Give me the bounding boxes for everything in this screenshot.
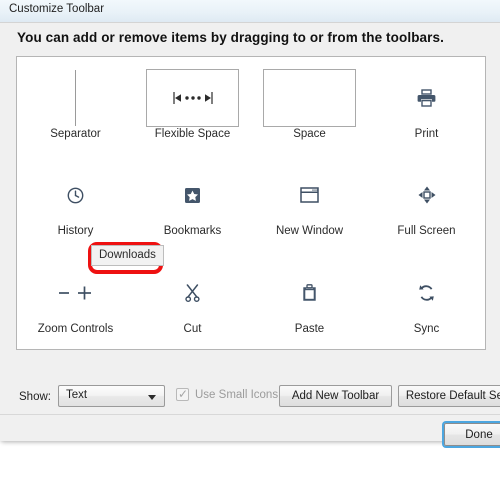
toolbar-item-label: Separator	[50, 128, 101, 140]
toolbar-item-flexible-space[interactable]: Flexible Space	[134, 57, 251, 154]
toolbar-item-label: Print	[414, 128, 439, 140]
toolbar-item-label: New Window	[275, 225, 344, 238]
check-icon: ✓	[178, 387, 189, 401]
toolbar-item-separator[interactable]: Separator	[17, 57, 134, 154]
screenshot-root: Customize Toolbar You can add or remove …	[0, 0, 500, 500]
show-label: Show:	[19, 391, 51, 403]
restore-default-set-button[interactable]: Restore Default Set	[398, 385, 500, 407]
toolbar-item-label: Full Screen	[397, 225, 456, 238]
toolbar-item-cut[interactable]: Cut	[134, 252, 251, 349]
toolbar-item-label: Flexible Space	[154, 128, 231, 140]
toolbar-item-space[interactable]: Space	[251, 57, 368, 154]
footer-area	[0, 415, 500, 441]
flexible-space-arrows-icon	[172, 92, 213, 104]
zoom-minus-plus-icon	[58, 264, 94, 322]
toolbar-item-bookmarks[interactable]: Bookmarks	[134, 154, 251, 251]
toolbar-item-full-screen[interactable]: Full Screen	[368, 154, 485, 251]
printer-icon	[417, 69, 436, 127]
window-titlebar[interactable]: Customize Toolbar	[0, 0, 500, 22]
toolbar-item-label: Space	[293, 128, 326, 140]
space-icon	[263, 69, 356, 127]
toolbar-item-label: Bookmarks	[163, 225, 222, 238]
use-small-icons-checkbox[interactable]: ✓ Use Small Icons	[176, 388, 278, 401]
clipboard-icon	[302, 264, 317, 322]
window-title: Customize Toolbar	[9, 3, 105, 15]
toolbar-item-history[interactable]: History	[17, 154, 134, 251]
toolbar-item-label: History	[57, 225, 94, 238]
customize-toolbar-window: Customize Toolbar You can add or remove …	[0, 0, 500, 446]
toolbar-item-label: Paste	[294, 322, 325, 335]
toolbar-item-sync[interactable]: Sync	[368, 252, 485, 349]
star-icon	[184, 166, 201, 224]
scissors-icon	[184, 264, 201, 322]
toolbar-item-paste[interactable]: Paste	[251, 252, 368, 349]
toolbar-item-label: Cut	[183, 322, 202, 335]
toolbar-item-print[interactable]: Print	[368, 57, 485, 154]
checkbox-box: ✓	[176, 388, 189, 401]
flexible-space-icon	[146, 69, 239, 127]
separator-icon	[75, 69, 76, 127]
full-screen-icon	[418, 166, 436, 224]
show-dropdown[interactable]: Text	[58, 385, 165, 407]
window-icon	[300, 166, 319, 224]
done-button[interactable]: Done	[444, 423, 500, 446]
toolbar-item-new-window[interactable]: New Window	[251, 154, 368, 251]
clock-icon	[67, 166, 84, 224]
chevron-down-icon	[148, 395, 156, 400]
add-new-toolbar-button[interactable]: Add New Toolbar	[279, 385, 392, 407]
toolbar-item-zoom-controls[interactable]: Zoom Controls	[17, 252, 134, 349]
sync-icon	[418, 264, 435, 322]
toolbar-items-panel[interactable]: Separator Flexible Space Space Print His…	[16, 56, 486, 350]
show-dropdown-value: Text	[66, 389, 88, 401]
dialog-headline: You can add or remove items by dragging …	[17, 30, 444, 45]
drag-ghost-downloads[interactable]: Downloads	[91, 245, 164, 266]
use-small-icons-label: Use Small Icons	[195, 388, 279, 401]
dialog-body: You can add or remove items by dragging …	[0, 22, 500, 446]
toolbar-item-label: Sync	[413, 322, 440, 335]
toolbar-item-label: Zoom Controls	[37, 322, 114, 335]
toolbar-items-grid: Separator Flexible Space Space Print His…	[17, 57, 485, 349]
